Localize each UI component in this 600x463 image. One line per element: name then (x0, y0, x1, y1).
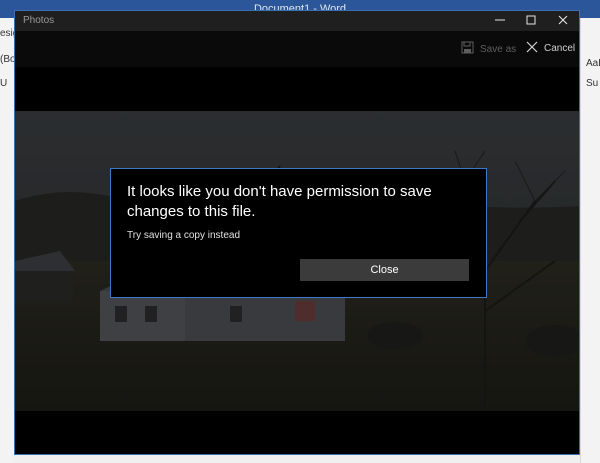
word-ribbon-left-fragment: esig (Bo U (0, 18, 18, 463)
dialog-title: It looks like you don't have permission … (127, 183, 432, 220)
save-as-icon (461, 41, 480, 57)
word-style-preview-text: AaB (586, 58, 600, 69)
window-close-button[interactable] (548, 11, 578, 31)
word-style-preview-text: Su (586, 78, 599, 89)
close-icon (558, 12, 568, 30)
cancel-icon (526, 41, 544, 56)
photos-window-title: Photos (23, 15, 55, 26)
word-ribbon-right-fragment: AaB Su (580, 18, 600, 463)
dialog-message: Try saving a copy instead (127, 230, 241, 241)
maximize-button[interactable] (516, 11, 546, 31)
photos-titlebar: Photos (15, 11, 579, 31)
save-as-button[interactable]: Save as (461, 41, 516, 57)
maximize-icon (526, 12, 536, 30)
cancel-button[interactable]: Cancel (526, 41, 575, 56)
photos-window: Photos Save as Cancel It looks like you … (14, 10, 580, 455)
save-as-label: Save as (480, 43, 517, 55)
minimize-icon (495, 12, 505, 30)
photos-toolbar: Save as Cancel (15, 31, 579, 67)
dialog-close-button[interactable]: Close (300, 259, 469, 281)
word-document-area (14, 455, 580, 463)
permission-dialog: It looks like you don't have permission … (110, 168, 487, 298)
word-ribbon-fragment-text: U (0, 78, 8, 89)
cancel-label: Cancel (544, 43, 576, 54)
minimize-button[interactable] (485, 11, 515, 31)
